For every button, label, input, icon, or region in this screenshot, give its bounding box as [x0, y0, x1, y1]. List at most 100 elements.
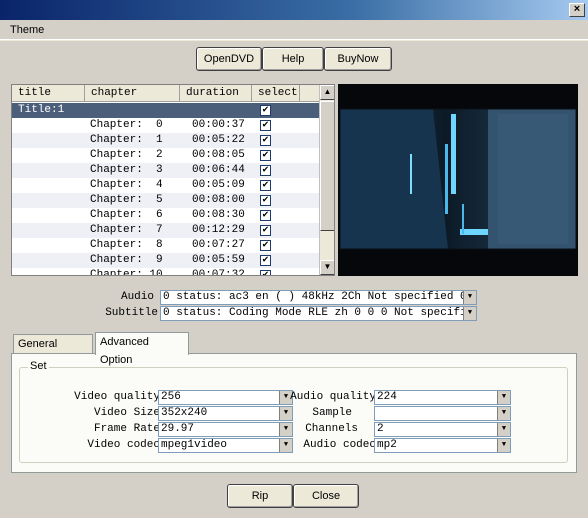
arrow-down-icon[interactable]: ▼	[320, 260, 334, 275]
subtitle-select[interactable]: 0 status: Coding Mode RLE zh 0 0 0 Not s…	[160, 306, 477, 321]
chapter-cell: Chapter: 10	[90, 269, 163, 276]
select-checkbox[interactable]: ✔	[260, 255, 271, 266]
checkmark-icon: ✔	[262, 120, 269, 131]
video-quality-select[interactable]: 256 ▼	[158, 390, 293, 405]
column-header-duration[interactable]: duration	[180, 85, 252, 102]
checkmark-icon: ✔	[262, 210, 269, 221]
chapter-cell: Chapter: 1	[90, 134, 163, 146]
table-row[interactable]: Chapter: 3 00:06:44 ✔	[12, 163, 320, 178]
select-checkbox[interactable]: ✔	[260, 150, 271, 161]
select-checkbox[interactable]: ✔	[260, 210, 271, 221]
checkmark-icon: ✔	[262, 270, 269, 276]
audio-select-value: 0 status: ac3 en ( ) 48kHz 2Ch Not speci…	[163, 291, 467, 303]
column-header-chapter[interactable]: chapter	[85, 85, 180, 102]
duration-cell: 00:00:37	[192, 119, 245, 131]
frame-rate-select[interactable]: 29.97 ▼	[158, 422, 293, 437]
select-checkbox[interactable]: ✔	[260, 195, 271, 206]
select-checkbox[interactable]: ✔	[260, 240, 271, 251]
menu-theme[interactable]: Theme	[10, 24, 44, 36]
chapter-cell: Chapter: 9	[90, 254, 163, 266]
table-row[interactable]: Chapter: 2 00:08:05 ✔	[12, 148, 320, 163]
checkmark-icon: ✔	[262, 255, 269, 266]
audio-label: Audio	[120, 291, 154, 303]
open-dvd-button[interactable]: OpenDVD	[196, 47, 262, 71]
chapter-table: title chapter duration select Title:1 ✔ …	[11, 84, 335, 276]
column-header-select[interactable]: select	[252, 85, 300, 102]
video-codec-select[interactable]: mpeg1video ▼	[158, 438, 293, 453]
channels-select[interactable]: 2 ▼	[374, 422, 511, 437]
table-row[interactable]: Chapter: 4 00:05:09 ✔	[12, 178, 320, 193]
video-quality-value: 256	[161, 391, 181, 403]
tab-advanced-option[interactable]: Advanced Option	[95, 332, 189, 366]
select-checkbox[interactable]: ✔	[260, 180, 271, 191]
checkmark-icon: ✔	[262, 105, 269, 116]
select-checkbox[interactable]: ✔	[260, 225, 271, 236]
chevron-down-icon[interactable]: ▼	[497, 439, 510, 452]
chapter-cell: Chapter: 7	[90, 224, 163, 236]
duration-cell: 00:07:27	[192, 239, 245, 251]
chevron-down-icon[interactable]: ▼	[497, 407, 510, 420]
tab-general-option[interactable]: General Option	[13, 334, 93, 368]
close-button[interactable]: Close	[293, 484, 359, 508]
column-header-title[interactable]: title	[12, 85, 85, 102]
checkmark-icon: ✔	[262, 150, 269, 161]
subtitle-label: Subtitle	[105, 307, 158, 319]
select-checkbox[interactable]: ✔	[260, 165, 271, 176]
audio-select[interactable]: 0 status: ac3 en ( ) 48kHz 2Ch Not speci…	[160, 290, 477, 305]
video-codec-value: mpeg1video	[161, 439, 228, 451]
table-row[interactable]: Chapter: 5 00:08:00 ✔	[12, 193, 320, 208]
table-row[interactable]: Chapter: 8 00:07:27 ✔	[12, 238, 320, 253]
advanced-option-panel: Set Video quality Video Size Frame Rate …	[11, 353, 577, 473]
chevron-down-icon[interactable]: ▼	[497, 391, 510, 404]
arrow-up-icon[interactable]: ▲	[320, 85, 334, 100]
select-checkbox[interactable]: ✔	[260, 270, 271, 276]
chevron-down-icon[interactable]: ▼	[463, 291, 476, 304]
video-size-select[interactable]: 352x240 ▼	[158, 406, 293, 421]
checkmark-icon: ✔	[262, 135, 269, 146]
select-checkbox[interactable]: ✔	[260, 120, 271, 131]
audio-quality-select[interactable]: 224 ▼	[374, 390, 511, 405]
duration-cell: 00:06:44	[192, 164, 245, 176]
select-checkbox[interactable]: ✔	[260, 135, 271, 146]
sample-select[interactable]: ▼	[374, 406, 511, 421]
subtitle-select-value: 0 status: Coding Mode RLE zh 0 0 0 Not s…	[163, 307, 477, 319]
table-header: title chapter duration select	[12, 85, 320, 102]
chapter-cell: Chapter: 3	[90, 164, 163, 176]
chevron-down-icon[interactable]: ▼	[463, 307, 476, 320]
video-size-value: 352x240	[161, 407, 208, 419]
rip-button[interactable]: Rip	[227, 484, 293, 508]
duration-cell: 00:08:05	[192, 149, 245, 161]
table-row-title[interactable]: Title:1 ✔	[12, 103, 320, 118]
duration-cell: 00:05:22	[192, 134, 245, 146]
table-row[interactable]: Chapter: 0 00:00:37 ✔	[12, 118, 320, 133]
table-row[interactable]: Chapter: 6 00:08:30 ✔	[12, 208, 320, 223]
chapter-cell: Chapter: 5	[90, 194, 163, 206]
scrollbar-thumb[interactable]	[320, 101, 334, 231]
duration-cell: 00:12:29	[192, 224, 245, 236]
chevron-down-icon[interactable]: ▼	[497, 423, 510, 436]
duration-cell: 00:05:09	[192, 179, 245, 191]
audio-codec-select[interactable]: mp2 ▼	[374, 438, 511, 453]
menu-bar: Theme	[0, 20, 588, 40]
table-row[interactable]: Chapter: 10 00:07:32 ✔	[12, 268, 320, 276]
table-row[interactable]: Chapter: 9 00:05:59 ✔	[12, 253, 320, 268]
set-groupbox: Set Video quality Video Size Frame Rate …	[19, 360, 568, 463]
select-checkbox[interactable]: ✔	[260, 105, 271, 116]
chapter-cell: Chapter: 8	[90, 239, 163, 251]
buy-now-button[interactable]: BuyNow	[324, 47, 392, 71]
audio-quality-value: 224	[377, 391, 397, 403]
table-row[interactable]: Chapter: 7 00:12:29 ✔	[12, 223, 320, 238]
video-size-label: Video Size	[93, 407, 160, 419]
set-group-title: Set	[28, 360, 49, 372]
video-codec-label: Video codec	[87, 439, 160, 451]
help-button[interactable]: Help	[262, 47, 324, 71]
video-quality-label: Video quality	[74, 391, 160, 403]
main-panel: OpenDVD Help BuyNow title chapter durati…	[0, 41, 588, 518]
duration-cell: 00:08:30	[192, 209, 245, 221]
table-row[interactable]: Chapter: 1 00:05:22 ✔	[12, 133, 320, 148]
audio-codec-value: mp2	[377, 439, 397, 451]
close-icon[interactable]: ×	[569, 3, 585, 17]
window-titlebar: ×	[0, 0, 588, 20]
chapter-cell: Chapter: 4	[90, 179, 163, 191]
table-scrollbar[interactable]: ▲ ▼	[319, 85, 334, 275]
